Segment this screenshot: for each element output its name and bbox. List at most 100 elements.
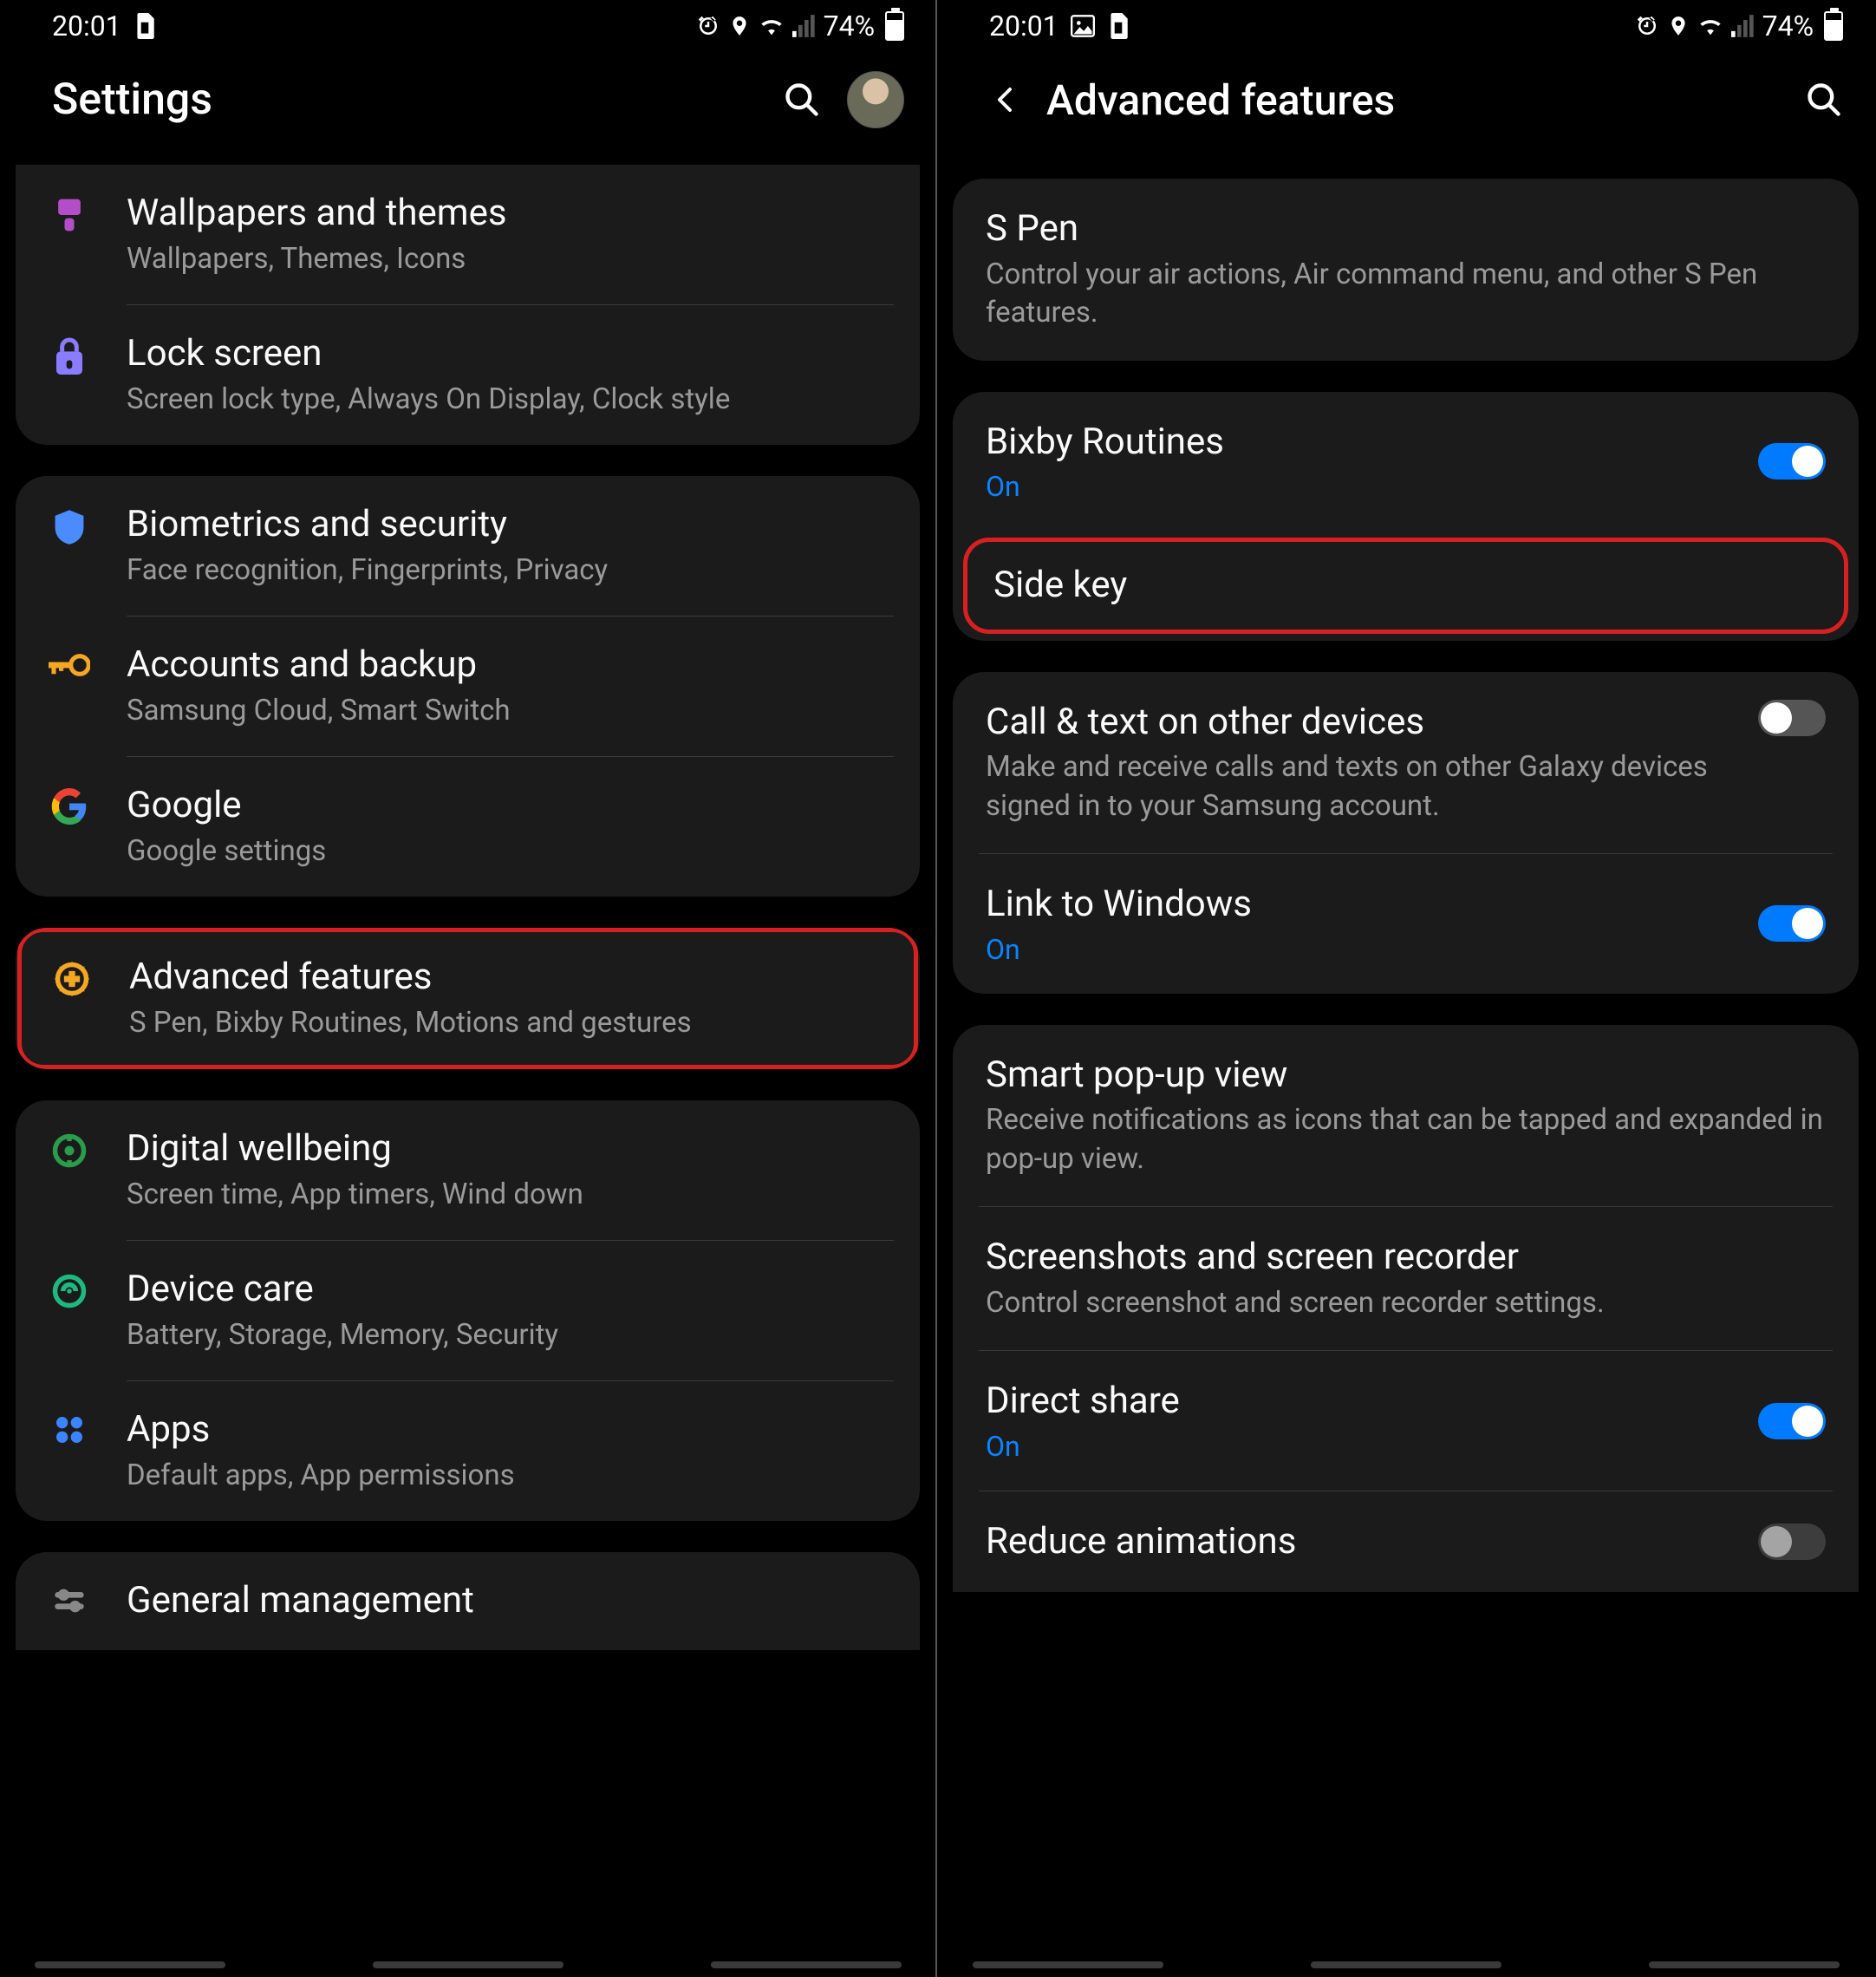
header: Advanced features [937, 52, 1874, 147]
row-reduce-animations[interactable]: Reduce animations [953, 1491, 1859, 1593]
settings-row-advanced[interactable]: Advanced features S Pen, Bixby Routines,… [22, 932, 914, 1065]
row-sub: Face recognition, Fingerprints, Privacy [127, 551, 887, 590]
row-title: Wallpapers and themes [127, 191, 887, 237]
row-title: Link to Windows [986, 882, 1741, 928]
battery-percent: 74% [824, 10, 875, 42]
status-time: 20:01 [52, 10, 121, 42]
key-icon [42, 643, 97, 682]
row-title: S Pen [986, 206, 1826, 252]
settings-group: Digital wellbeing Screen time, App timer… [16, 1100, 920, 1521]
sim-icon [1107, 13, 1130, 39]
wifi-icon [1697, 15, 1724, 37]
row-title: Digital wellbeing [127, 1126, 887, 1172]
apps-icon [42, 1407, 97, 1447]
google-icon [42, 783, 97, 825]
toggle-link-windows[interactable] [1758, 905, 1826, 942]
row-sub: Wallpapers, Themes, Icons [127, 240, 887, 279]
settings-group: Bixby Routines On Side key [953, 392, 1859, 641]
battery-icon [885, 11, 904, 41]
nav-indicator[interactable] [0, 1961, 935, 1968]
row-title: Biometrics and security [127, 502, 887, 548]
row-call-text-other[interactable]: Call & text on other devices Make and re… [953, 672, 1859, 854]
settings-group: S Pen Control your air actions, Air comm… [953, 179, 1859, 361]
lock-icon [42, 331, 97, 378]
row-link-windows[interactable]: Link to Windows On [953, 854, 1859, 994]
row-smart-popup[interactable]: Smart pop-up view Receive notifications … [953, 1025, 1859, 1207]
row-title: General management [127, 1578, 887, 1624]
highlight-box: Advanced features S Pen, Bixby Routines,… [17, 928, 918, 1069]
row-status: On [986, 1430, 1741, 1463]
signal-icon [792, 15, 817, 37]
toggle-direct-share[interactable] [1758, 1403, 1826, 1439]
nav-indicator[interactable] [937, 1961, 1874, 1968]
header: Settings [0, 52, 935, 147]
settings-group: Advanced features S Pen, Bixby Routines,… [16, 928, 920, 1069]
row-title: Reduce animations [986, 1519, 1741, 1565]
row-sub: Screen time, App timers, Wind down [127, 1176, 887, 1215]
toggle-reduce-anim[interactable] [1758, 1524, 1826, 1560]
wifi-icon [758, 15, 785, 37]
row-screenshots[interactable]: Screenshots and screen recorder Control … [953, 1207, 1859, 1350]
sim-icon [134, 13, 156, 39]
alarm-icon [1634, 13, 1660, 39]
row-title: Device care [127, 1267, 887, 1313]
row-sub: Battery, Storage, Memory, Security [127, 1316, 887, 1355]
search-icon[interactable] [783, 81, 821, 119]
row-side-key[interactable]: Side key [967, 542, 1844, 630]
device-care-icon [42, 1267, 97, 1310]
row-direct-share[interactable]: Direct share On [953, 1351, 1859, 1491]
row-title: Advanced features [129, 955, 884, 1001]
settings-row-wellbeing[interactable]: Digital wellbeing Screen time, App timer… [16, 1100, 920, 1240]
settings-row-general[interactable]: General management [16, 1552, 920, 1650]
battery-icon [1824, 11, 1843, 41]
alarm-icon [695, 13, 721, 39]
wellbeing-icon [42, 1126, 97, 1170]
settings-group: Wallpapers and themes Wallpapers, Themes… [16, 165, 920, 445]
row-sub: S Pen, Bixby Routines, Motions and gestu… [129, 1004, 884, 1043]
status-bar: 20:01 74% [937, 0, 1874, 52]
row-title: Call & text on other devices [986, 700, 1741, 746]
status-time: 20:01 [989, 10, 1059, 42]
toggle-bixby[interactable] [1758, 443, 1826, 480]
toggle-call-text[interactable] [1758, 700, 1826, 736]
location-icon [1667, 13, 1690, 39]
settings-row-wallpapers[interactable]: Wallpapers and themes Wallpapers, Themes… [16, 165, 920, 304]
settings-row-google[interactable]: Google Google settings [16, 757, 920, 897]
wallpaper-icon [42, 191, 97, 234]
screen-advanced-features: 20:01 74% Advanced features S Pen [937, 0, 1874, 1977]
row-sub: Screen lock type, Always On Display, Clo… [127, 381, 887, 420]
shield-icon [42, 502, 97, 547]
battery-percent: 74% [1762, 10, 1814, 42]
location-icon [728, 13, 751, 39]
settings-group: Call & text on other devices Make and re… [953, 672, 1859, 994]
row-title: Bixby Routines [986, 420, 1741, 466]
row-title: Screenshots and screen recorder [986, 1235, 1826, 1281]
row-title: Apps [127, 1407, 887, 1453]
row-title: Side key [993, 563, 1818, 609]
row-bixby-routines[interactable]: Bixby Routines On [953, 392, 1859, 532]
row-title: Accounts and backup [127, 643, 887, 688]
back-icon[interactable] [989, 84, 1020, 115]
page-title: Settings [52, 75, 783, 125]
row-s-pen[interactable]: S Pen Control your air actions, Air comm… [953, 179, 1859, 361]
settings-row-devicecare[interactable]: Device care Battery, Storage, Memory, Se… [16, 1241, 920, 1380]
search-icon[interactable] [1805, 81, 1843, 119]
page-title: Advanced features [1046, 75, 1805, 125]
row-sub: Make and receive calls and texts on othe… [986, 748, 1741, 825]
row-sub: Control screenshot and screen recorder s… [986, 1284, 1826, 1323]
settings-row-accounts[interactable]: Accounts and backup Samsung Cloud, Smart… [16, 617, 920, 756]
profile-avatar[interactable] [847, 71, 904, 128]
status-bar: 20:01 74% [0, 0, 935, 52]
row-sub: Control your air actions, Air command me… [986, 256, 1826, 333]
settings-row-biometrics[interactable]: Biometrics and security Face recognition… [16, 476, 920, 616]
row-title: Direct share [986, 1379, 1741, 1425]
row-sub: Receive notifications as icons that can … [986, 1101, 1826, 1178]
signal-icon [1731, 15, 1755, 37]
settings-group: Biometrics and security Face recognition… [16, 476, 920, 897]
gear-plus-icon [44, 955, 100, 998]
settings-row-apps[interactable]: Apps Default apps, App permissions [16, 1381, 920, 1521]
settings-row-lockscreen[interactable]: Lock screen Screen lock type, Always On … [16, 305, 920, 445]
row-sub: Google settings [127, 832, 887, 871]
general-icon [42, 1578, 97, 1618]
row-sub: Default apps, App permissions [127, 1457, 887, 1496]
